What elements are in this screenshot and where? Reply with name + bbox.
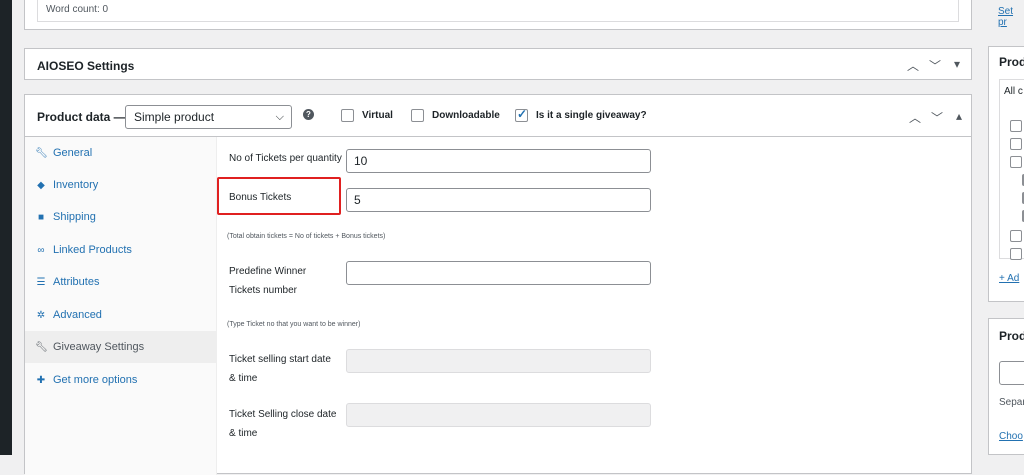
aioseo-postbox: AIOSEO Settings ︿ ﹀ ▾ <box>24 48 972 80</box>
content-gutter <box>12 0 24 455</box>
toggle-panel-icon[interactable]: ▴ <box>951 109 967 126</box>
tab-label: Get more options <box>53 374 138 386</box>
selling-start-input[interactable] <box>346 349 651 373</box>
tab-label: General <box>53 147 93 159</box>
tab-get-more-options[interactable]: ✚ Get more options <box>25 364 217 396</box>
predefine-winner-label: Predefine Winner <box>229 266 307 277</box>
tab-label: Linked Products <box>53 244 132 256</box>
word-count: Word count: 0 <box>37 0 959 22</box>
bonus-tickets-hint: (Total obtain tickets = No of tickets + … <box>227 233 386 240</box>
giveaway-checkbox-group[interactable]: Is it a single giveaway? <box>515 107 647 122</box>
wrench-icon: 🔧︎ <box>35 341 48 353</box>
wrench-icon: 🔧︎ <box>35 147 48 159</box>
tab-shipping[interactable]: ■ Shipping <box>25 201 217 233</box>
truck-icon: ■ <box>37 211 45 223</box>
selling-close-label: Ticket Selling close date <box>229 409 337 420</box>
all-categories-tab[interactable]: All c <box>1004 86 1023 97</box>
tab-linked-products[interactable]: ∞ Linked Products <box>25 234 217 266</box>
tab-label: Giveaway Settings <box>53 341 145 353</box>
product-type-select[interactable]: Simple product ⌵ <box>125 105 292 129</box>
predefine-winner-label-line2: Tickets number <box>229 285 297 296</box>
selling-start-label: Ticket selling start date <box>229 354 331 365</box>
gear-icon: ✲ <box>36 309 46 321</box>
add-category-link[interactable]: + Ad <box>999 273 1019 284</box>
tab-inventory[interactable]: ◆ Inventory <box>25 169 217 201</box>
tab-advanced[interactable]: ✲ Advanced <box>25 299 217 331</box>
downloadable-label: Downloadable <box>432 110 500 121</box>
bonus-tickets-input[interactable]: 5 <box>346 188 651 212</box>
virtual-checkbox-group[interactable]: Virtual <box>341 109 393 122</box>
tab-general[interactable]: 🔧︎ General <box>25 137 217 169</box>
list-icon: ☰ <box>36 276 46 288</box>
selling-close-label-line2: & time <box>229 428 258 439</box>
tab-label: Attributes <box>53 276 100 288</box>
product-tags-box: Prod Separ Choo <box>988 318 1024 455</box>
tab-giveaway-settings[interactable]: 🔧︎ Giveaway Settings <box>25 331 217 363</box>
category-checkbox[interactable] <box>1010 156 1022 168</box>
tickets-per-quantity-label: No of Tickets per quantity <box>229 153 342 164</box>
product-categories-box: Prod All c + Ad <box>988 46 1024 302</box>
selling-start-label-line2: & time <box>229 373 258 384</box>
giveaway-settings-panel: No of Tickets per quantity 10 Bonus Tick… <box>217 137 971 475</box>
aioseo-handle-buttons: ︿ ﹀ ▾ <box>905 57 965 74</box>
tab-label: Inventory <box>53 179 99 191</box>
tab-attributes[interactable]: ☰ Attributes <box>25 266 217 298</box>
choose-tags-link[interactable]: Choo <box>999 431 1023 442</box>
editor-bottom: Word count: 0 <box>24 0 972 30</box>
help-icon[interactable]: ? <box>303 109 314 120</box>
category-checkbox[interactable] <box>1010 138 1022 150</box>
product-data-title: Product data — <box>37 110 126 124</box>
selling-close-input[interactable] <box>346 403 651 427</box>
predefine-winner-input[interactable] <box>346 261 651 285</box>
chevron-down-icon: ⌵ <box>275 111 284 123</box>
move-up-icon[interactable]: ︿ <box>905 57 921 74</box>
admin-menu-edge <box>0 0 12 455</box>
downloadable-checkbox-group[interactable]: Downloadable <box>411 109 500 122</box>
link-icon: ∞ <box>37 244 45 256</box>
tickets-per-quantity-input[interactable]: 10 <box>346 149 651 173</box>
move-up-icon[interactable]: ︿ <box>907 109 923 126</box>
product-categories-title: Prod <box>999 55 1024 69</box>
tags-separator-hint: Separ <box>999 397 1024 408</box>
category-checkbox[interactable] <box>1010 120 1022 132</box>
toggle-panel-icon[interactable]: ▾ <box>949 57 965 74</box>
aioseo-title[interactable]: AIOSEO Settings <box>37 59 134 73</box>
tab-label: Advanced <box>53 309 102 321</box>
plugin-icon: ✚ <box>36 374 46 386</box>
giveaway-checkbox[interactable] <box>515 107 528 122</box>
virtual-checkbox[interactable] <box>341 109 354 122</box>
categories-list: All c <box>999 79 1024 260</box>
giveaway-label: Is it a single giveaway? <box>536 110 647 121</box>
product-data-postbox: Product data — Simple product ⌵ ? Virtua… <box>24 94 972 475</box>
product-data-handle-buttons: ︿ ﹀ ▴ <box>907 109 967 126</box>
predefine-winner-hint: (Type Ticket no that you want to be winn… <box>227 321 361 328</box>
product-type-value: Simple product <box>134 110 215 124</box>
product-data-tabs: 🔧︎ General ◆ Inventory ■ Shipping ∞ Link… <box>25 137 217 475</box>
bonus-tickets-label: Bonus Tickets <box>229 192 292 203</box>
virtual-label: Virtual <box>362 110 393 121</box>
move-down-icon[interactable]: ﹀ <box>927 57 943 74</box>
product-data-header: Product data — Simple product ⌵ ? Virtua… <box>25 95 971 137</box>
tags-input[interactable] <box>999 361 1024 385</box>
tab-label: Shipping <box>53 211 96 223</box>
product-tags-title: Prod <box>999 329 1024 343</box>
tag-icon: ◆ <box>37 179 45 191</box>
category-checkbox[interactable] <box>1010 248 1022 260</box>
downloadable-checkbox[interactable] <box>411 109 424 122</box>
move-down-icon[interactable]: ﹀ <box>929 109 945 126</box>
set-product-image-link[interactable]: Set pr <box>998 6 1024 28</box>
category-checkbox[interactable] <box>1010 230 1022 242</box>
